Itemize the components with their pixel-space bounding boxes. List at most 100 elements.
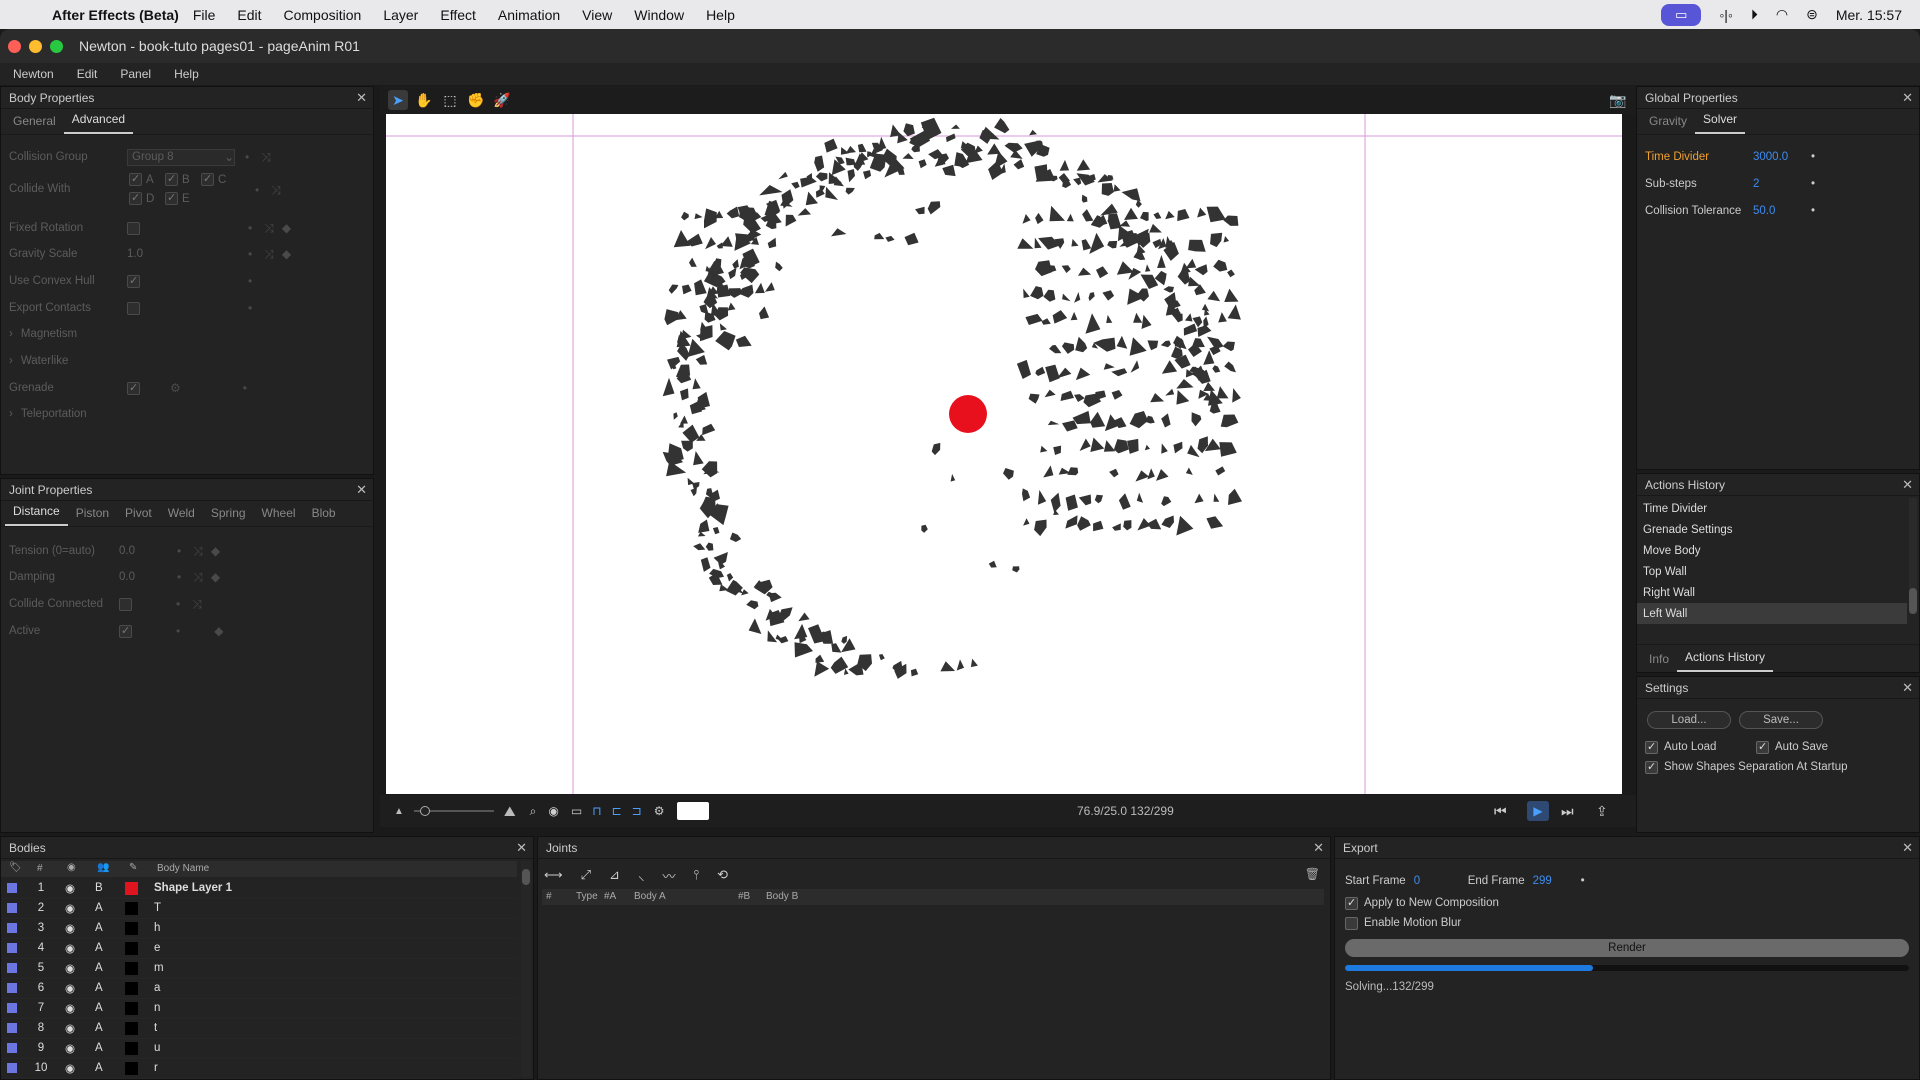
spring-joint-icon[interactable]: 〰 [662, 866, 675, 885]
menu-newton[interactable]: Newton [13, 67, 54, 81]
shuffle-icon[interactable]: ⤨ [264, 247, 274, 262]
eye-icon[interactable]: ◉ [65, 981, 75, 995]
damping-value[interactable]: 0.0 [119, 571, 177, 583]
sound-icon[interactable]: ◦|◦ [1719, 7, 1733, 23]
marquee-tool-icon[interactable]: ⬚ [440, 90, 460, 110]
eye-icon[interactable]: ◉ [65, 1041, 75, 1055]
waterlike-row[interactable]: › Waterlike [9, 351, 68, 371]
start-frame-value[interactable]: 0 [1414, 875, 1468, 887]
body-color-swatch[interactable] [125, 1002, 138, 1015]
clock[interactable]: Mer. 15:57 [1836, 7, 1902, 23]
eye-icon[interactable]: ◉ [65, 901, 75, 915]
tab-piston[interactable]: Piston [68, 506, 117, 526]
body-color-swatch[interactable] [125, 1042, 138, 1055]
grab-tool-icon[interactable]: ✊ [466, 90, 486, 110]
label-color-swatch[interactable] [7, 903, 17, 913]
body-name[interactable]: Shape Layer 1 [154, 882, 232, 894]
left-wall-icon[interactable]: ⊏ [612, 804, 622, 818]
motion-blur-checkbox[interactable] [1345, 916, 1358, 930]
render-button[interactable]: Render [1345, 939, 1909, 957]
export-contacts-checkbox[interactable] [127, 301, 140, 315]
body-name[interactable]: e [154, 942, 160, 954]
body-type[interactable]: B [95, 882, 103, 894]
load-button[interactable]: Load... [1647, 711, 1731, 729]
body-row[interactable]: 8 ◉ At [1, 1019, 517, 1039]
top-wall-icon[interactable]: ⊓ [592, 804, 601, 818]
close-icon[interactable]: ✕ [1902, 90, 1913, 106]
history-item-selected[interactable]: Left Wall [1637, 603, 1907, 624]
history-scrollbar[interactable] [1909, 498, 1917, 614]
body-row[interactable]: 4 ◉ Ae [1, 939, 517, 959]
body-color-swatch[interactable] [125, 882, 138, 895]
scrollbar-thumb[interactable] [1909, 588, 1917, 614]
export-icon[interactable]: ⇪ [1596, 803, 1608, 820]
fit-view-icon[interactable]: ⌕ [530, 804, 537, 819]
close-icon[interactable]: ✕ [1902, 680, 1913, 696]
zoom-slider-handle[interactable] [419, 806, 430, 816]
menu-layer[interactable]: Layer [383, 7, 418, 23]
tab-advanced[interactable]: Advanced [63, 112, 134, 134]
simulation-canvas[interactable] [386, 114, 1622, 794]
menu-animation[interactable]: Animation [498, 7, 560, 23]
end-frame-value[interactable]: 299 [1533, 875, 1581, 887]
tab-gravity[interactable]: Gravity [1641, 114, 1695, 134]
eye-icon[interactable]: ◉ [65, 881, 75, 895]
close-window-icon[interactable] [8, 39, 21, 53]
step-forward-icon[interactable]: ⏭ [1561, 803, 1574, 820]
body-name[interactable]: r [154, 1062, 158, 1074]
body-type[interactable]: A [95, 1002, 103, 1014]
body-color-swatch[interactable] [125, 982, 138, 995]
substeps-value[interactable]: 2 [1753, 178, 1811, 190]
body-name[interactable]: n [154, 1002, 160, 1014]
zoom-in-icon[interactable]: ⛰ [504, 803, 516, 820]
menu-panel[interactable]: Panel [120, 67, 151, 81]
piston-joint-icon[interactable]: ⤢ [581, 867, 591, 883]
rocket-tool-icon[interactable]: 🚀 [492, 90, 512, 110]
shuffle-icon[interactable]: ⤨ [193, 544, 203, 559]
shuffle-icon[interactable]: ⤨ [192, 597, 202, 612]
scrollbar-thumb[interactable] [522, 869, 530, 885]
body-type[interactable]: A [95, 962, 103, 974]
tab-pivot[interactable]: Pivot [117, 506, 160, 526]
body-type[interactable]: A [95, 942, 103, 954]
label-color-swatch[interactable] [7, 943, 17, 953]
body-name[interactable]: h [154, 922, 160, 934]
magnetism-row[interactable]: › Magnetism [9, 324, 77, 344]
weld-joint-icon[interactable]: ⸜ [638, 866, 645, 884]
zoom-slider[interactable] [413, 806, 494, 816]
label-color-swatch[interactable] [7, 983, 17, 993]
collision-tolerance-value[interactable]: 50.0 [1753, 205, 1811, 217]
label-color-swatch[interactable] [7, 923, 17, 933]
body-type[interactable]: A [95, 982, 103, 994]
eye-icon[interactable]: ◉ [65, 961, 75, 975]
gear-icon[interactable]: ⚙ [654, 804, 665, 818]
play-circle-icon[interactable]: ⏵ [1751, 6, 1758, 23]
body-row[interactable]: 1 ◉ B Shape Layer 1 [1, 879, 517, 899]
pivot-joint-icon[interactable]: ⊿ [609, 867, 620, 883]
keyframe-icon[interactable]: ◆ [282, 221, 291, 235]
skip-to-start-icon[interactable]: ⏮ [1494, 803, 1507, 820]
auto-load-checkbox[interactable] [1645, 740, 1658, 754]
close-icon[interactable]: ✕ [1902, 840, 1913, 856]
tab-general[interactable]: General [5, 114, 64, 134]
menu-file[interactable]: File [193, 7, 216, 23]
close-icon[interactable]: ✕ [356, 482, 367, 498]
eye-icon[interactable]: ◉ [65, 921, 75, 935]
body-type[interactable]: A [95, 1042, 103, 1054]
body-row[interactable]: 6 ◉ Aa [1, 979, 517, 999]
fixed-rotation-checkbox[interactable] [127, 221, 140, 235]
play-icon[interactable]: ▶ [1527, 801, 1549, 821]
close-icon[interactable]: ✕ [1313, 840, 1324, 856]
tab-blob[interactable]: Blob [304, 506, 344, 526]
keyframe-icon[interactable]: ◆ [211, 544, 220, 558]
zoom-window-icon[interactable] [50, 39, 63, 53]
zoom-out-icon[interactable]: ▲ [394, 806, 404, 817]
collide-a-checkbox[interactable] [129, 172, 142, 186]
keyframe-icon[interactable]: ◆ [282, 247, 291, 261]
body-color-swatch[interactable] [125, 942, 138, 955]
body-type[interactable]: A [95, 902, 103, 914]
show-shapes-checkbox[interactable] [1645, 760, 1658, 774]
keyframe-icon[interactable]: ◆ [211, 570, 220, 584]
apply-composition-checkbox[interactable] [1345, 896, 1358, 910]
tab-distance[interactable]: Distance [5, 504, 68, 526]
